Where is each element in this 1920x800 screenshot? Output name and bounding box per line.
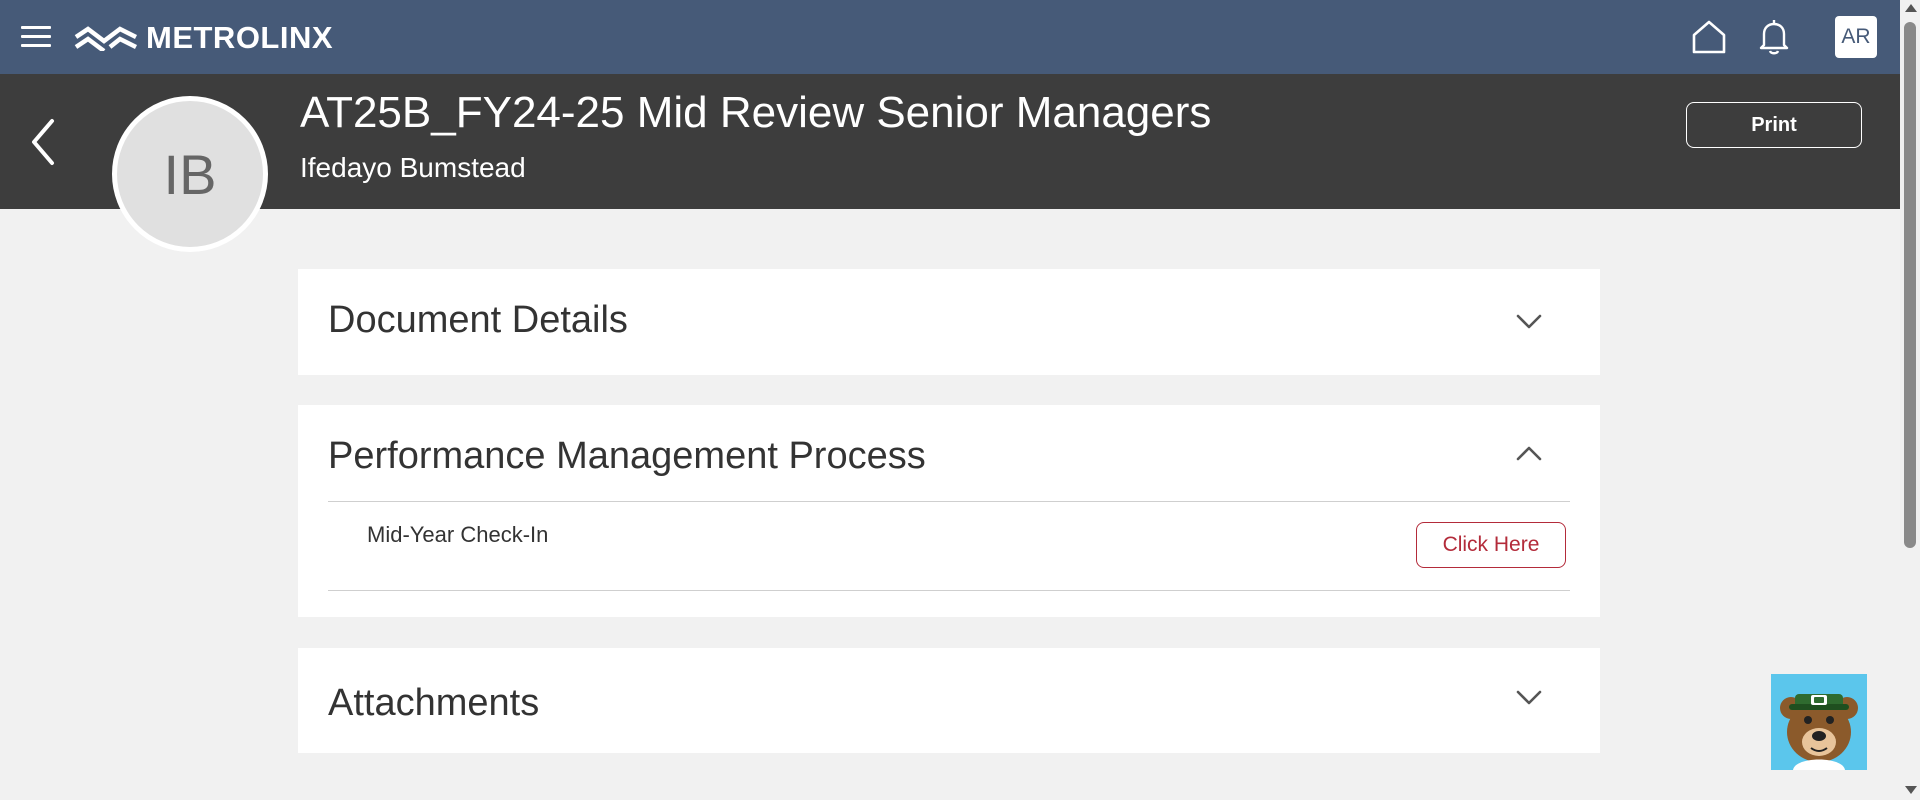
print-button[interactable]: Print bbox=[1686, 102, 1862, 148]
panel-title-document-details: Document Details bbox=[328, 299, 628, 341]
person-name: Ifedayo Bumstead bbox=[300, 152, 526, 183]
hamburger-icon[interactable] bbox=[21, 24, 51, 50]
user-avatar[interactable]: AR bbox=[1835, 16, 1877, 58]
attachments-panel[interactable]: Attachments bbox=[298, 648, 1600, 753]
mid-year-check-in-label: Mid-Year Check-In bbox=[367, 522, 549, 547]
page-title: AT25B_FY24-25 Mid Review Senior Managers bbox=[300, 88, 1212, 137]
brand-name: METROLINX bbox=[146, 20, 334, 55]
document-details-panel[interactable]: Document Details bbox=[298, 269, 1600, 375]
chevron-left-icon[interactable] bbox=[26, 117, 62, 167]
metrolinx-logo-mark bbox=[74, 26, 138, 51]
chevron-down-icon[interactable] bbox=[1516, 690, 1542, 706]
chevron-up-icon[interactable] bbox=[1516, 445, 1542, 461]
metrolinx-logo[interactable]: METROLINX bbox=[74, 20, 333, 56]
top-nav-bar: METROLINX AR bbox=[0, 0, 1900, 74]
panel-title-attachments: Attachments bbox=[328, 682, 540, 724]
scroll-thumb[interactable] bbox=[1904, 22, 1916, 548]
vertical-scrollbar[interactable] bbox=[1900, 0, 1920, 800]
performance-management-panel: Performance Management Process Mid-Year … bbox=[298, 405, 1600, 617]
panel-title-performance-management[interactable]: Performance Management Process bbox=[328, 435, 926, 478]
scroll-up-arrow-icon[interactable] bbox=[1905, 4, 1917, 12]
divider bbox=[328, 590, 1570, 591]
bell-icon[interactable] bbox=[1757, 19, 1791, 55]
scroll-down-arrow-icon[interactable] bbox=[1905, 786, 1917, 794]
divider bbox=[328, 501, 1570, 502]
chevron-down-icon[interactable] bbox=[1516, 314, 1542, 330]
home-icon[interactable] bbox=[1690, 18, 1728, 56]
person-avatar: IB bbox=[112, 96, 268, 252]
click-here-button[interactable]: Click Here bbox=[1416, 522, 1566, 568]
bear-mascot-icon[interactable] bbox=[1771, 674, 1867, 770]
